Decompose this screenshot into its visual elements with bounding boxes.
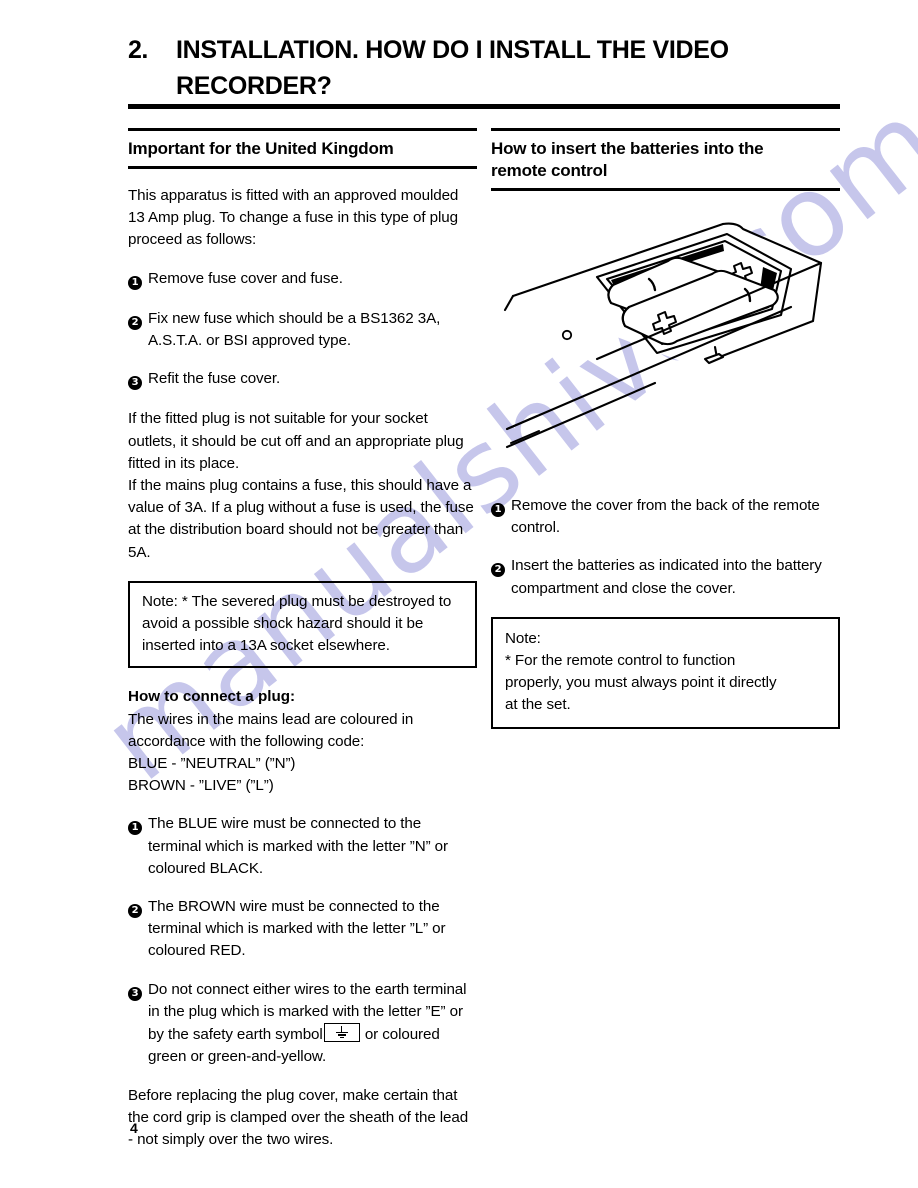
connect-plug-subheading: How to connect a plug: [128,688,296,706]
list-item: 3 Do not connect either wires to the ear… [128,979,477,1069]
numbered-bullet-icon: 3 [128,986,142,1001]
document-page: 2. INSTALLATION. HOW DO I INSTALL THE VI… [0,0,918,1188]
list-item: 2 The BROWN wire must be connected to th… [128,896,477,963]
step-bullet: 2 [128,896,148,963]
step-text: Fix new fuse which should be a BS1362 3A… [148,309,441,350]
right-section-heading-line-2: remote control [491,161,608,180]
numbered-bullet-icon: 1 [128,821,142,836]
chapter-number: 2. [128,36,148,64]
right-section-heading: How to insert the batteries into the rem… [491,138,840,182]
step-text: Remove the cover from the back of the re… [511,497,820,537]
left-heading-rule-top [128,128,477,131]
list-item: 1 Remove the cover from the back of the … [491,495,840,539]
chapter-title-line-2: RECORDER? [176,72,332,100]
mains-paragraph: If the mains plug contains a fuse, this … [128,477,474,561]
step-bullet: 1 [491,495,511,539]
severed-plug-note-text: Note: * The severed plug must be destroy… [142,592,452,655]
step-bullet: 3 [128,979,148,1069]
cord-grip-paragraph: Before replacing the plug cover, make ce… [128,1086,469,1148]
chapter-rule [128,104,840,109]
wire-code-blue: BLUE - ”NEUTRAL” (”N”) [128,755,296,773]
right-heading-rule-bottom [491,188,840,191]
remote-note-label: Note: [505,629,541,647]
remote-note-line-2: properly, you must always point it direc… [505,674,777,692]
step-bullet: 1 [128,813,148,880]
numbered-bullet-icon: 2 [491,563,505,578]
numbered-bullet-icon: 1 [491,503,505,517]
step-text: Insert the batteries as indicated into t… [511,557,822,597]
step-bullet: 2 [491,555,511,599]
right-heading-rule-top [491,128,840,131]
left-column: Important for the United Kingdom This ap… [128,128,477,1151]
step-bullet: 2 [128,308,148,352]
severed-plug-note-box: Note: * The severed plug must be destroy… [128,580,477,669]
list-item: 1 The BLUE wire must be connected to the… [128,813,477,880]
intro-paragraph: This apparatus is fitted with an approve… [128,187,459,249]
left-section-heading: Important for the United Kingdom [128,139,394,158]
remote-note-box: Note: * For the remote control to functi… [491,616,840,729]
chapter-title-block: 2. INSTALLATION. HOW DO I INSTALL THE VI… [128,32,840,104]
step-bullet: 1 [128,268,148,292]
numbered-bullet-icon: 2 [128,904,142,919]
numbered-bullet-icon: 1 [128,275,142,290]
remote-note-line-3: at the set. [505,696,571,714]
wire-code-brown: BROWN - ”LIVE” (”L”) [128,777,274,795]
chapter-title-line-1: INSTALLATION. HOW DO I INSTALL THE VIDEO [176,36,729,64]
earth-step-text: Do not connect either wires to the earth… [148,979,477,1069]
remote-control-illustration [491,207,840,479]
step-text: Remove fuse cover and fuse. [148,269,343,287]
left-heading-rule-bottom [128,166,477,169]
list-item: 3 Refit the fuse cover. [128,368,477,392]
step-text: Refit the fuse cover. [148,370,281,388]
connect-plug-intro: The wires in the mains lead are coloured… [128,710,414,750]
earth-ground-symbol-icon [323,1023,360,1043]
step-bullet: 3 [128,368,148,392]
right-column: How to insert the batteries into the rem… [491,128,840,729]
remote-note-line-1: * For the remote control to function [505,652,736,670]
socket-paragraph: If the fitted plug is not suitable for y… [128,410,464,472]
page-number: 4 [130,1120,138,1136]
right-section-heading-line-1: How to insert the batteries into the [491,139,764,158]
list-item: 1 Remove fuse cover and fuse. [128,268,477,292]
numbered-bullet-icon: 3 [128,376,142,391]
list-item: 2 Insert the batteries as indicated into… [491,555,840,599]
step-text: The BROWN wire must be connected to the … [148,898,446,960]
step-text: The BLUE wire must be connected to the t… [148,815,448,877]
list-item: 2 Fix new fuse which should be a BS1362 … [128,308,477,352]
numbered-bullet-icon: 2 [128,315,142,330]
